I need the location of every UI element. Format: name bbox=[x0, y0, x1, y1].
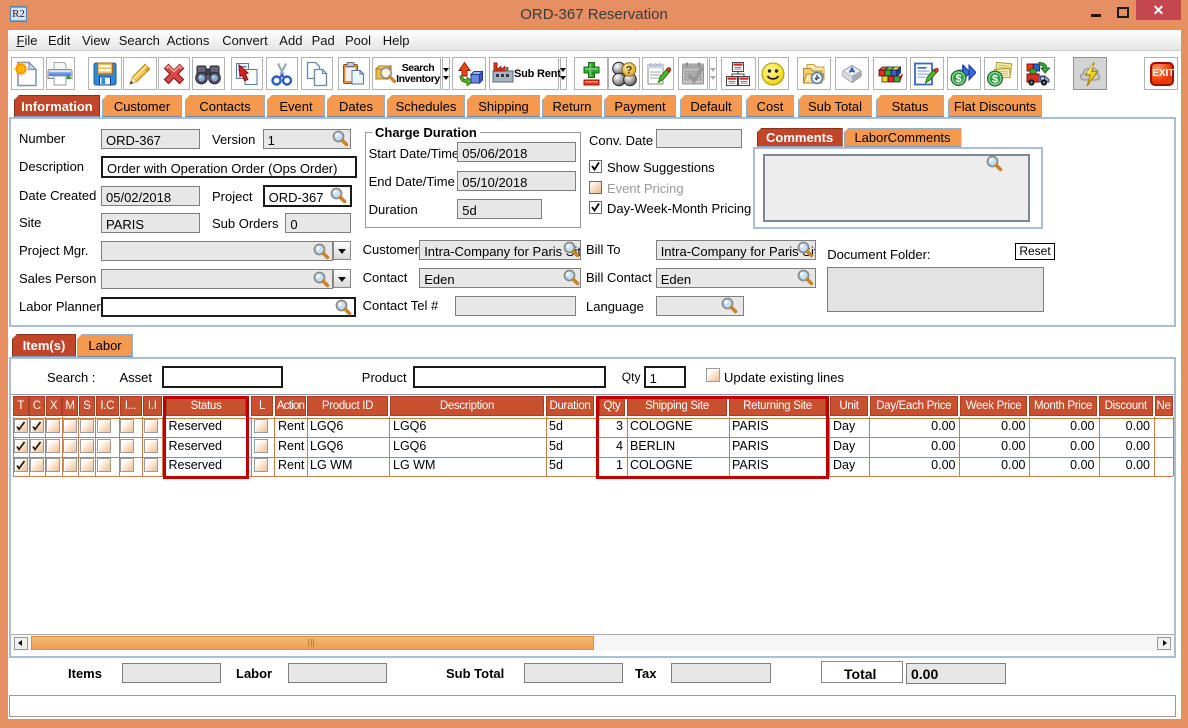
svg-text:$: $ bbox=[992, 74, 998, 86]
svg-text:$: $ bbox=[956, 73, 962, 85]
svg-text:?: ? bbox=[626, 65, 633, 77]
